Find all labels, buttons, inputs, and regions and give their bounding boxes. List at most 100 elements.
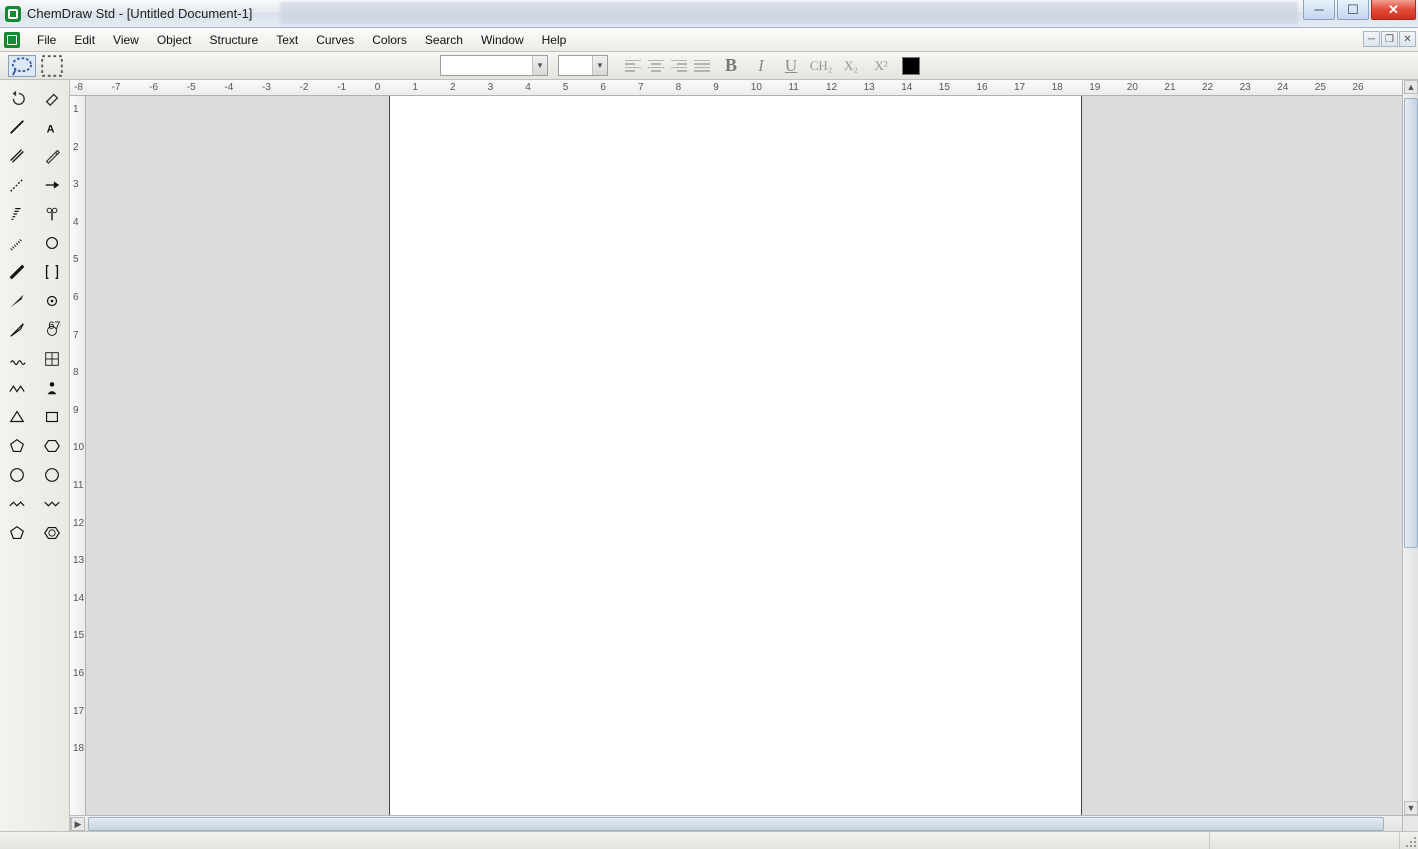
font-selector[interactable]: ▼ xyxy=(440,55,548,76)
hashed-wedge-icon[interactable] xyxy=(0,199,35,228)
formula-button[interactable]: CH₂ xyxy=(809,55,833,77)
document-page[interactable] xyxy=(389,96,1082,815)
scroll-up-arrow-icon[interactable]: ▲ xyxy=(1404,80,1418,94)
ruler-v-tick: 1 xyxy=(73,104,79,115)
menu-file[interactable]: File xyxy=(28,30,65,50)
minimize-button[interactable]: ─ xyxy=(1303,0,1335,20)
menu-view[interactable]: View xyxy=(104,30,148,50)
ruler-h-tick: 19 xyxy=(1089,82,1100,93)
vertical-ruler: 123456789101112131415161718 xyxy=(70,96,86,815)
svg-text:670: 670 xyxy=(48,321,61,332)
align-left-button[interactable] xyxy=(622,56,644,76)
resize-grip-icon[interactable] xyxy=(1400,832,1418,849)
ruler-h-tick: -7 xyxy=(112,82,121,93)
undo-icon[interactable] xyxy=(0,83,35,112)
menu-help[interactable]: Help xyxy=(533,30,576,50)
app-icon xyxy=(5,6,21,22)
query-atom-icon[interactable] xyxy=(35,286,70,315)
menu-text[interactable]: Text xyxy=(267,30,307,50)
maximize-button[interactable]: ☐ xyxy=(1337,0,1369,20)
pentagon-icon[interactable] xyxy=(0,431,35,460)
triangle-icon[interactable] xyxy=(0,402,35,431)
scroll-thumb[interactable] xyxy=(88,817,1384,831)
ruler-v-tick: 13 xyxy=(73,555,84,566)
eraser-icon[interactable] xyxy=(35,83,70,112)
pentagon2-icon[interactable] xyxy=(0,518,35,547)
menu-search[interactable]: Search xyxy=(416,30,472,50)
format-toolbar: ▼ ▼ B I U CH₂ X₂ X² xyxy=(0,52,1418,80)
document-icon[interactable] xyxy=(4,32,20,48)
scroll-down-arrow-icon[interactable]: ▼ xyxy=(1404,801,1418,815)
scroll-thumb[interactable] xyxy=(1404,98,1418,548)
mdi-minimize-button[interactable]: ─ xyxy=(1363,31,1380,47)
menu-curves[interactable]: Curves xyxy=(307,30,363,50)
close-button[interactable]: ✕ xyxy=(1371,0,1416,20)
table-icon[interactable] xyxy=(35,344,70,373)
text-icon[interactable]: A xyxy=(35,112,70,141)
ruler-h-tick: 25 xyxy=(1315,82,1326,93)
arrow-icon[interactable] xyxy=(35,170,70,199)
horizontal-scrollbar[interactable]: ◀ ▶ xyxy=(70,815,1402,831)
ruler-v-tick: 4 xyxy=(73,217,79,228)
superscript-button[interactable]: X² xyxy=(869,55,893,77)
chem-symbol-icon[interactable] xyxy=(35,199,70,228)
subscript-button[interactable]: X₂ xyxy=(839,55,863,77)
mdi-close-button[interactable]: ✕ xyxy=(1399,31,1416,47)
align-right-button[interactable] xyxy=(668,56,690,76)
ruler-v-tick: 14 xyxy=(73,593,84,604)
align-group xyxy=(622,56,713,76)
ruler-h-tick: -3 xyxy=(262,82,271,93)
templates-icon[interactable]: 670 xyxy=(35,315,70,344)
menu-object[interactable]: Object xyxy=(148,30,201,50)
menu-colors[interactable]: Colors xyxy=(363,30,416,50)
multiple-bond-icon[interactable] xyxy=(0,141,35,170)
acyclic-chain-icon[interactable] xyxy=(0,373,35,402)
bold-button[interactable]: B xyxy=(719,55,743,77)
hollow-wedge-icon[interactable] xyxy=(0,315,35,344)
lasso-tool[interactable] xyxy=(8,55,36,77)
solid-bond-icon[interactable] xyxy=(0,112,35,141)
benzene-icon[interactable] xyxy=(35,518,70,547)
font-size-selector[interactable]: ▼ xyxy=(558,55,608,76)
mdi-restore-button[interactable]: ❐ xyxy=(1381,31,1398,47)
hashed-bond-icon[interactable] xyxy=(0,228,35,257)
menu-window[interactable]: Window xyxy=(472,30,533,50)
bold-bond-icon[interactable] xyxy=(0,257,35,286)
menu-structure[interactable]: Structure xyxy=(201,30,268,50)
text-color-swatch[interactable] xyxy=(903,58,919,74)
orbital-icon[interactable] xyxy=(35,228,70,257)
canvas-viewport[interactable] xyxy=(86,96,1402,815)
vertical-scrollbar[interactable]: ▲ ▼ xyxy=(1402,80,1418,815)
ruler-h-tick: 26 xyxy=(1352,82,1363,93)
rectangle-icon[interactable] xyxy=(35,402,70,431)
pen-icon[interactable] xyxy=(35,141,70,170)
ruler-v-tick: 5 xyxy=(73,254,79,265)
ruler-v-tick: 18 xyxy=(73,743,84,754)
menu-edit[interactable]: Edit xyxy=(65,30,104,50)
align-center-button[interactable] xyxy=(645,56,667,76)
person-icon[interactable] xyxy=(35,373,70,402)
chevron-down-icon: ▼ xyxy=(592,56,607,75)
marquee-tool[interactable] xyxy=(38,55,66,77)
ruler-v-tick: 11 xyxy=(73,480,83,491)
brackets-icon[interactable] xyxy=(35,257,70,286)
ruler-h-tick: 11 xyxy=(788,82,798,93)
dashed-bond-icon[interactable] xyxy=(0,170,35,199)
italic-button[interactable]: I xyxy=(749,55,773,77)
chair2-icon[interactable] xyxy=(35,489,70,518)
chair1-icon[interactable] xyxy=(0,489,35,518)
status-message xyxy=(0,832,1210,849)
wedge-bond-icon[interactable] xyxy=(0,286,35,315)
wavy-bond-icon[interactable] xyxy=(0,344,35,373)
align-justify-button[interactable] xyxy=(691,56,713,76)
heptagon-icon[interactable] xyxy=(0,460,35,489)
hexagon-icon[interactable] xyxy=(35,431,70,460)
octagon-icon[interactable] xyxy=(35,460,70,489)
scroll-right-arrow-icon[interactable]: ▶ xyxy=(71,817,85,831)
window-controls: ─ ☐ ✕ xyxy=(1303,0,1416,20)
ruler-h-tick: -6 xyxy=(149,82,158,93)
ruler-h-tick: 4 xyxy=(525,82,531,93)
ruler-v-tick: 3 xyxy=(73,179,79,190)
underline-button[interactable]: U xyxy=(779,55,803,77)
ruler-v-tick: 9 xyxy=(73,405,79,416)
